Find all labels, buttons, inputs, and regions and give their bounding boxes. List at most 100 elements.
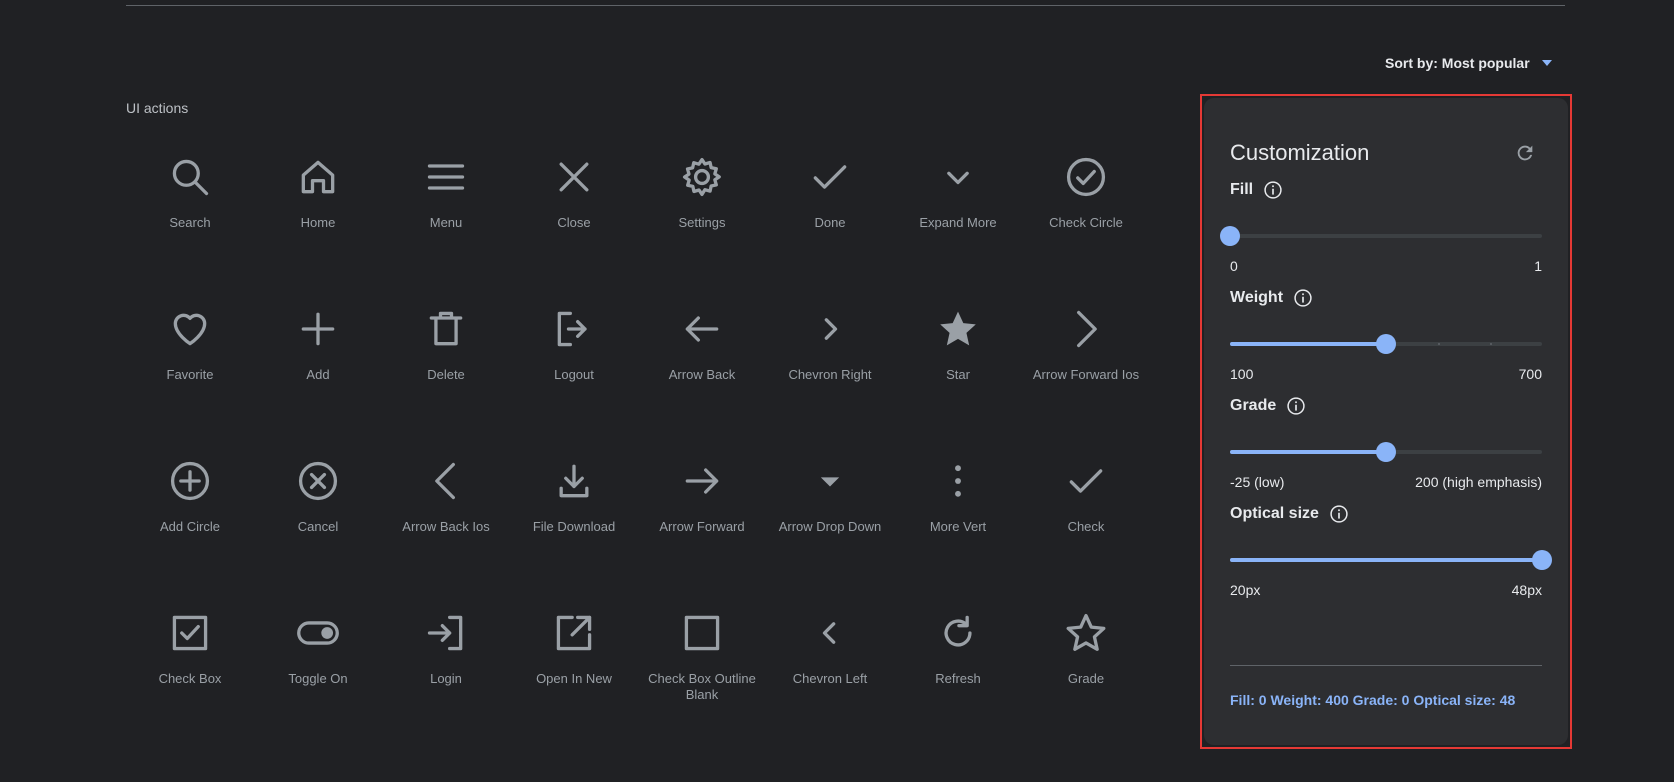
info-icon[interactable] [1263, 180, 1283, 200]
icon-tile-logout[interactable]: Logout [510, 307, 638, 459]
slider-thumb[interactable] [1532, 550, 1552, 570]
icon-grid: Search Home Menu Close Settings Done Expand Mo… [126, 155, 1150, 763]
slider-fill [1230, 450, 1386, 454]
icon-tile-label: Add Circle [160, 519, 220, 534]
icon-tile-label: Chevron Left [792, 671, 868, 686]
sort-dropdown[interactable]: Sort by: Most popular [1385, 55, 1552, 71]
logout-icon [552, 307, 596, 351]
panel-divider [1230, 665, 1542, 666]
weight-label-text: Weight [1230, 289, 1284, 306]
customization-title: Customization [1230, 140, 1370, 165]
slider-thumb[interactable] [1376, 442, 1396, 462]
fill-slider[interactable] [1220, 226, 1542, 246]
slider-fill [1230, 342, 1386, 346]
icon-tile-chevron-right[interactable]: Chevron Right [766, 307, 894, 459]
icon-tile-label: Grade [1067, 671, 1105, 686]
icon-tile-search[interactable]: Search [126, 155, 254, 307]
slider-thumb[interactable] [1220, 226, 1240, 246]
cancel-icon [296, 459, 340, 503]
weight-slider[interactable] [1230, 334, 1542, 354]
icon-tile-label: Home [300, 215, 336, 230]
icon-tile-expand-more[interactable]: Expand More [894, 155, 1022, 307]
optical-size-max: 48px [1511, 582, 1542, 598]
done-icon [808, 155, 852, 199]
icon-tile-label: Done [814, 215, 846, 230]
sort-label: Sort by: Most popular [1385, 55, 1530, 71]
grade-label: Grade [1230, 396, 1306, 416]
grade-max: 200 (high emphasis) [1415, 474, 1542, 490]
icon-tile-chevron-left[interactable]: Chevron Left [766, 611, 894, 763]
icon-tile-label: Open In New [536, 671, 612, 686]
optical-size-range: 20px 48px [1230, 582, 1542, 598]
info-icon[interactable] [1293, 288, 1313, 308]
reset-icon[interactable] [1514, 142, 1536, 164]
icon-tile-label: Search [169, 215, 211, 230]
icon-tile-label: Close [557, 215, 591, 230]
fill-min: 0 [1230, 258, 1238, 274]
icon-tile-toggle-on[interactable]: Toggle On [254, 611, 382, 763]
icon-tile-favorite[interactable]: Favorite [126, 307, 254, 459]
icon-tile-label: Arrow Back Ios [402, 519, 490, 534]
slider-thumb[interactable] [1376, 334, 1396, 354]
icon-tile-arrow-back-ios[interactable]: Arrow Back Ios [382, 459, 510, 611]
icon-tile-arrow-drop-down[interactable]: Arrow Drop Down [766, 459, 894, 611]
login-icon [424, 611, 468, 655]
icon-tile-star[interactable]: Star [894, 307, 1022, 459]
icon-tile-label: Check [1067, 519, 1105, 534]
icon-tile-refresh[interactable]: Refresh [894, 611, 1022, 763]
icon-tile-label: Star [946, 367, 970, 382]
slider-tick [1490, 343, 1492, 345]
icon-tile-home[interactable]: Home [254, 155, 382, 307]
icon-tile-label: Arrow Drop Down [778, 519, 882, 534]
section-title: UI actions [126, 100, 189, 116]
icon-tile-check[interactable]: Check [1022, 459, 1150, 611]
icon-tile-arrow-forward-ios[interactable]: Arrow Forward Ios [1022, 307, 1150, 459]
icon-tile-more-vert[interactable]: More Vert [894, 459, 1022, 611]
icon-tile-label: Cancel [297, 519, 339, 534]
icon-tile-add[interactable]: Add [254, 307, 382, 459]
icon-tile-settings[interactable]: Settings [638, 155, 766, 307]
icon-tile-file-download[interactable]: File Download [510, 459, 638, 611]
icon-tile-cancel[interactable]: Cancel [254, 459, 382, 611]
icon-tile-label: Settings [678, 215, 726, 230]
icon-tile-check-box[interactable]: Check Box [126, 611, 254, 763]
check-box-outline-blank-icon [680, 611, 724, 655]
search-icon [168, 155, 212, 199]
close-icon [552, 155, 596, 199]
chevron-left-icon [808, 611, 852, 655]
icon-tile-check-box-outline-blank[interactable]: Check Box Outline Blank [638, 611, 766, 763]
icon-tile-close[interactable]: Close [510, 155, 638, 307]
icon-tile-menu[interactable]: Menu [382, 155, 510, 307]
fill-max: 1 [1534, 258, 1542, 274]
icon-tile-label: Check Box [158, 671, 222, 686]
optical-size-slider[interactable] [1230, 550, 1552, 570]
icon-tile-delete[interactable]: Delete [382, 307, 510, 459]
icon-tile-add-circle[interactable]: Add Circle [126, 459, 254, 611]
icon-tile-done[interactable]: Done [766, 155, 894, 307]
grade-min: -25 (low) [1230, 474, 1285, 490]
grade-range: -25 (low) 200 (high emphasis) [1230, 474, 1542, 490]
customization-panel: Customization Fill 0 1 Weight 100 700 Gr… [1204, 98, 1568, 745]
slider-tick [1438, 343, 1440, 345]
icon-tile-arrow-forward[interactable]: Arrow Forward [638, 459, 766, 611]
icon-tile-login[interactable]: Login [382, 611, 510, 763]
arrow-drop-down-icon [808, 459, 852, 503]
arrow-back-icon [680, 307, 724, 351]
expand-more-icon [936, 155, 980, 199]
icon-tile-open-in-new[interactable]: Open In New [510, 611, 638, 763]
settings-summary: Fill: 0 Weight: 400 Grade: 0 Optical siz… [1230, 692, 1516, 708]
icon-tile-grade[interactable]: Grade [1022, 611, 1150, 763]
home-icon [296, 155, 340, 199]
check-icon [1064, 459, 1108, 503]
icon-tile-label: Favorite [166, 367, 214, 382]
top-divider [126, 5, 1565, 6]
info-icon[interactable] [1329, 504, 1349, 524]
icon-tile-check-circle[interactable]: Check Circle [1022, 155, 1150, 307]
icon-tile-label: Refresh [935, 671, 981, 686]
icon-tile-label: Toggle On [288, 671, 348, 686]
icon-tile-arrow-back[interactable]: Arrow Back [638, 307, 766, 459]
grade-slider[interactable] [1230, 442, 1542, 462]
icon-tile-label: Logout [554, 367, 594, 382]
info-icon[interactable] [1286, 396, 1306, 416]
add-circle-icon [168, 459, 212, 503]
